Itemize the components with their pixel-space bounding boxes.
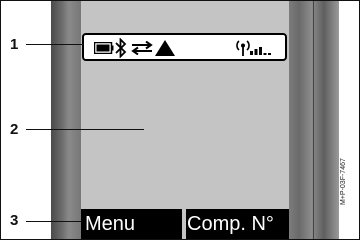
- callout-line-1: [26, 44, 84, 45]
- callout-number-2: 2: [10, 121, 19, 138]
- callout-number-1: 1: [10, 36, 19, 53]
- warning-icon: [155, 40, 175, 56]
- callout-line-3: [26, 221, 82, 222]
- menu-softkey[interactable]: Menu: [85, 209, 135, 239]
- signal-strength-icon: [250, 47, 271, 55]
- transfer-icon: [131, 41, 153, 55]
- softkey-divider: [182, 209, 186, 239]
- callout-number-3: 3: [10, 212, 19, 229]
- softkey-bar: Menu Comp. N°: [81, 209, 289, 239]
- device-bezel-left: [51, 1, 81, 239]
- battery-icon: [94, 42, 114, 54]
- phone-display: Menu Comp. N°: [81, 1, 289, 239]
- reference-code: M+P-03F-7467: [340, 158, 347, 205]
- status-bar: [82, 33, 287, 61]
- antenna-icon: [236, 40, 250, 56]
- callout-line-2: [26, 129, 144, 130]
- comp-number-softkey[interactable]: Comp. N°: [187, 209, 274, 239]
- device-bezel-right: [289, 1, 339, 239]
- bluetooth-icon: [115, 38, 127, 58]
